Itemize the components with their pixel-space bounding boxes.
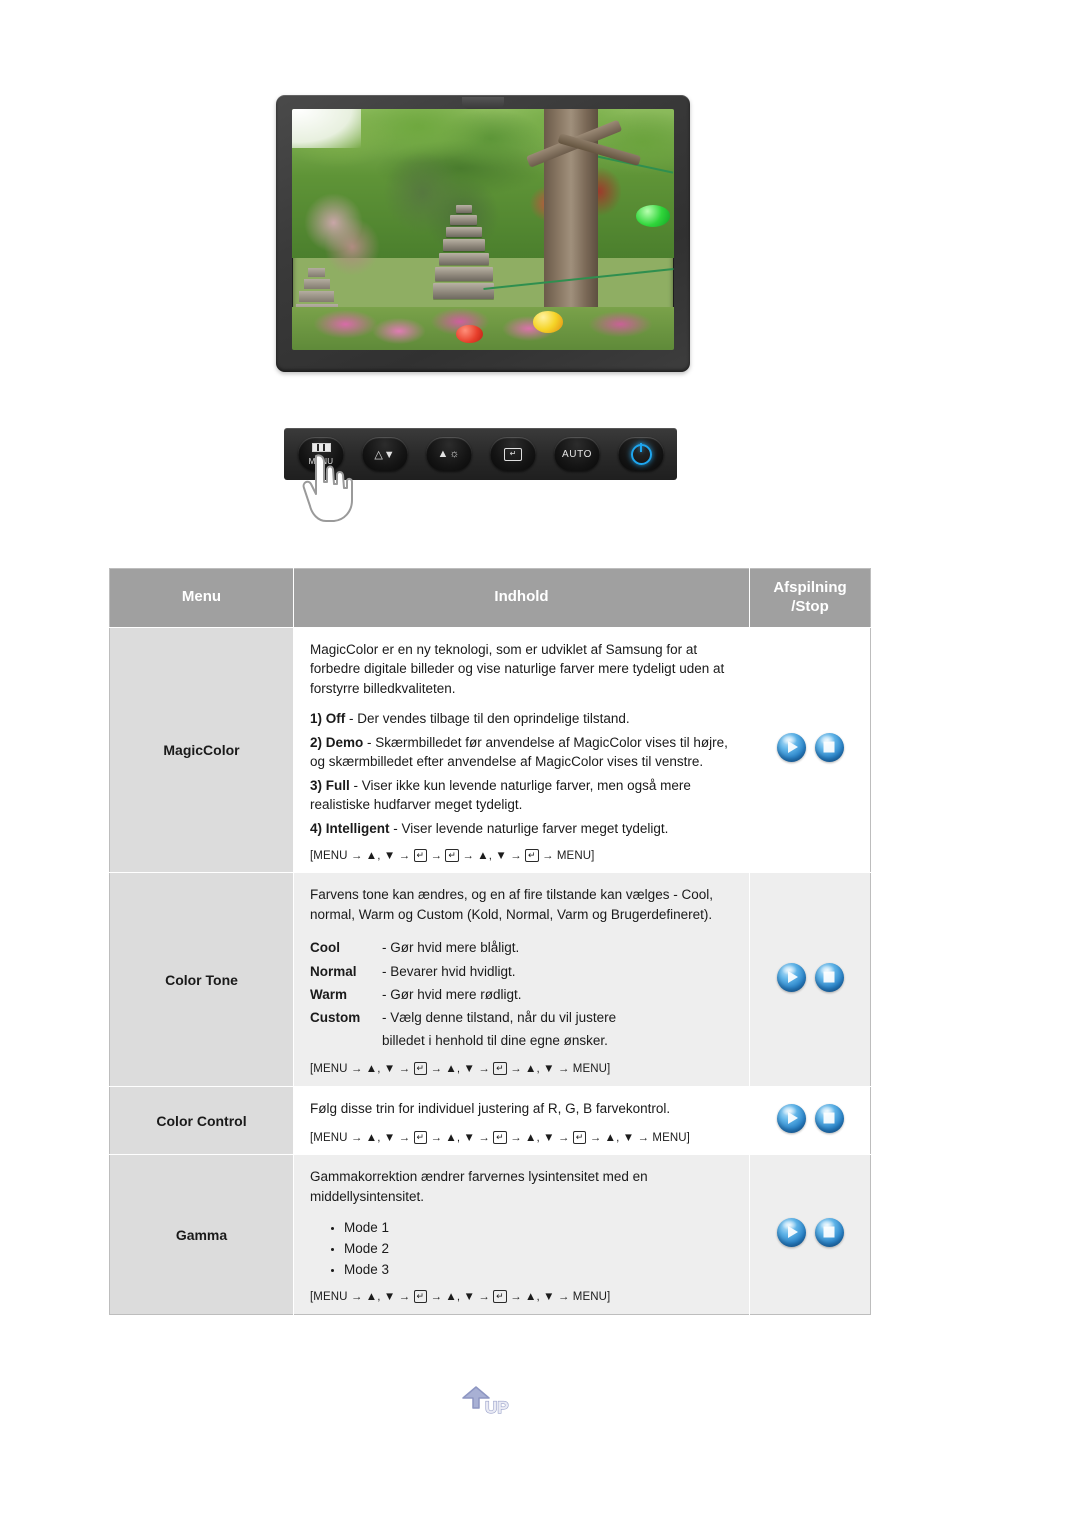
enter-key-icon: ↵ [413, 1290, 428, 1304]
tone-custom: Custom - Vælg denne tilstand, når du vil… [310, 1010, 617, 1026]
table-row-gamma: Gamma Gammakorrektion ændrer farvernes l… [109, 1154, 871, 1315]
magiccolor-option-2: 2) Demo - Skærmbilledet før anvendelse a… [310, 734, 728, 770]
color-tone-key-sequence: [MENU → ▲, ▼ → ↵ → ▲, ▼ → ↵ → ▲, ▼ → MEN… [310, 1062, 611, 1076]
menu-label-magiccolor: MagicColor [109, 626, 294, 873]
list-item: Mode 1 [344, 1218, 735, 1239]
enter-icon: ↵ [504, 447, 522, 461]
enter-key-icon: ↵ [493, 1062, 507, 1076]
magiccolor-key-sequence: [MENU → ▲, ▼ → ↵ → ↵ → ▲, ▼ → ↵ → MENU] [310, 848, 595, 862]
yellow-lantern [532, 311, 564, 334]
monitor-screen-image [292, 109, 674, 350]
enter-key-icon: ↵ [413, 1062, 428, 1076]
up-button[interactable]: UP [455, 1386, 529, 1424]
enter-key-icon: ↵ [525, 848, 539, 862]
red-lantern [456, 324, 483, 343]
monitor-control-panel: MENU △▼ ▲☼ ↵ AUTO [284, 428, 677, 480]
wave-down-icon: △▼ [374, 448, 396, 461]
enter-button[interactable]: ↵ [490, 437, 536, 471]
table-row-color-control: Color Control Følg disse trin for indivi… [109, 1086, 871, 1155]
flower-bed [292, 306, 674, 350]
sky-patch [292, 109, 361, 148]
table-header-row: Menu Indhold Afspilning /Stop [109, 568, 871, 627]
playstop-gamma [749, 1154, 871, 1315]
gamma-mode-list: Mode 1 Mode 2 Mode 3 [310, 1218, 735, 1280]
menu-label-color-tone: Color Tone [109, 872, 294, 1087]
menu-button[interactable]: MENU [298, 437, 344, 471]
enter-key-icon: ↵ [572, 1130, 587, 1144]
enter-key-icon: ↵ [445, 848, 460, 862]
menu-icon: MENU [308, 442, 334, 466]
playstop-color-tone [749, 872, 871, 1087]
magiccolor-option-4: 4) Intelligent - Viser levende naturlige… [310, 821, 669, 836]
gamma-intro: Gammakorrektion ændrer farvernes lysinte… [310, 1169, 648, 1204]
color-tone-options: Cool - Gør hvid mere blåligt. Normal - B… [310, 936, 735, 1052]
header-afspilning-line1: Afspilning [773, 579, 847, 596]
play-button[interactable] [776, 732, 806, 762]
monitor-bezel [276, 95, 690, 372]
stop-button[interactable] [814, 732, 844, 762]
table-row-color-tone: Color Tone Farvens tone kan ændres, og e… [109, 872, 871, 1087]
enter-key-icon: ↵ [493, 1290, 507, 1304]
color-tone-intro: Farvens tone kan ændres, og en af fire t… [310, 887, 713, 922]
playstop-magiccolor [749, 626, 871, 873]
table-row-magiccolor: MagicColor MagicColor er en ny teknologi… [109, 626, 871, 873]
power-button[interactable] [618, 437, 664, 471]
menu-label-gamma: Gamma [109, 1154, 294, 1315]
up-button-label: UP [485, 1398, 509, 1417]
enter-key-icon: ↵ [413, 1130, 428, 1144]
list-item: Mode 3 [344, 1260, 735, 1281]
magiccolor-option-3: 3) Full - Viser ikke kun levende naturli… [310, 777, 691, 813]
brightness-button[interactable]: ▲☼ [426, 437, 472, 471]
left-shrub [299, 186, 384, 278]
header-afspilning-line2: /Stop [791, 597, 829, 615]
tone-normal: Normal - Bevarer hvid hvidligt. [310, 963, 516, 979]
color-control-key-sequence: [MENU → ▲, ▼ → ↵ → ▲, ▼ → ↵ → ▲, ▼ → ↵ →… [310, 1130, 690, 1144]
gamma-key-sequence: [MENU → ▲, ▼ → ↵ → ▲, ▼ → ↵ → ▲, ▼ → MEN… [310, 1290, 611, 1304]
enter-key-icon: ↵ [413, 848, 428, 862]
tone-custom-cont: billedet i henhold til dine egne ønsker. [382, 1033, 608, 1049]
magiccolor-option-1: 1) Off - Der vendes tilbage til den opri… [310, 711, 630, 727]
stone-pagoda [433, 205, 495, 321]
playstop-color-control [749, 1086, 871, 1155]
monitor-illustration [276, 95, 690, 372]
magiccolor-intro: MagicColor er en ny teknologi, som er ud… [310, 641, 725, 696]
bezel-notch [462, 97, 504, 109]
content-color-control: Følg disse trin for individuel justering… [293, 1086, 750, 1155]
power-icon [630, 443, 652, 465]
stop-button[interactable] [814, 962, 844, 992]
tone-cool: Cool - Gør hvid mere blåligt. [310, 940, 520, 956]
enter-key-icon: ↵ [493, 1130, 507, 1144]
stop-button[interactable] [814, 1217, 844, 1247]
header-indhold: Indhold [293, 568, 750, 627]
header-afspilning-stop: Afspilning /Stop [749, 568, 871, 627]
content-gamma: Gammakorrektion ændrer farvernes lysinte… [293, 1154, 750, 1315]
auto-button[interactable]: AUTO [554, 437, 600, 471]
source-down-button[interactable]: △▼ [362, 437, 408, 471]
content-color-tone: Farvens tone kan ændres, og en af fire t… [293, 872, 750, 1087]
play-button[interactable] [776, 1217, 806, 1247]
color-control-intro: Følg disse trin for individuel justering… [310, 1101, 671, 1117]
play-button[interactable] [776, 962, 806, 992]
header-menu: Menu [109, 568, 294, 627]
stop-button[interactable] [814, 1103, 844, 1133]
green-lantern [635, 205, 671, 228]
tone-warm: Warm - Gør hvid mere rødligt. [310, 986, 522, 1002]
list-item: Mode 2 [344, 1239, 735, 1260]
play-button[interactable] [776, 1103, 806, 1133]
content-magiccolor: MagicColor er en ny teknologi, som er ud… [293, 626, 750, 873]
brightness-icon: ▲☼ [437, 448, 461, 460]
osd-menu-table: Menu Indhold Afspilning /Stop MagicColor… [109, 568, 871, 1315]
menu-label-color-control: Color Control [109, 1086, 294, 1155]
